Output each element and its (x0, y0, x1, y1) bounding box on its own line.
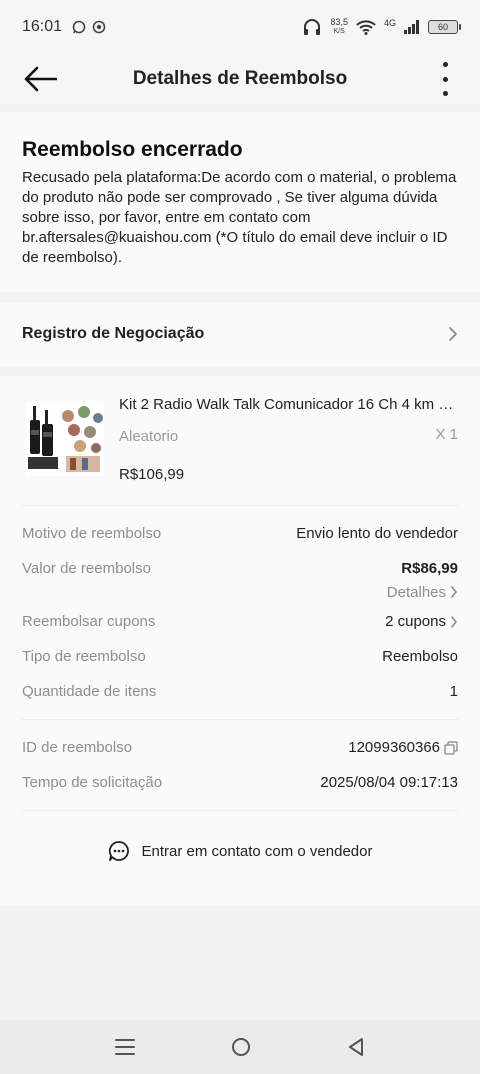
item-quantity-row: Quantidade de itens 1 (22, 674, 458, 709)
net-speed: 83,5 K/S (330, 17, 348, 36)
item-quantity-value: 1 (449, 683, 458, 700)
refund-id-row: ID de reembolso 12099360366 (22, 730, 458, 765)
contact-seller-button[interactable]: Entrar em contato com o vendedor (22, 811, 458, 891)
request-time-value: 2025/08/04 09:17:13 (320, 774, 458, 791)
copy-icon[interactable] (444, 740, 458, 755)
refund-amount-value: R$86,99 (401, 560, 458, 577)
signal-icon (404, 20, 419, 34)
chevron-right-icon (451, 615, 457, 628)
product-price: R$106,99 (119, 466, 185, 483)
refund-reason-label: Motivo de reembolso (22, 525, 162, 542)
refund-type-row: Tipo de reembolso Reembolso (22, 639, 458, 674)
refund-type-label: Tipo de reembolso (22, 648, 146, 665)
refund-meta-group: ID de reembolso 12099360366 Tempo de sol… (22, 720, 458, 811)
refund-id-value: 12099360366 (348, 739, 440, 756)
refund-type-value: Reembolso (382, 648, 458, 665)
refund-reason-row: Motivo de reembolso Envio lento do vende… (22, 516, 458, 551)
nav-back-icon[interactable] (347, 1037, 365, 1057)
refund-info-group: Motivo de reembolso Envio lento do vende… (22, 506, 458, 720)
status-right: 83,5 K/S 4G 60 (302, 17, 461, 36)
more-options-button[interactable] (440, 62, 450, 96)
details-link-label: Detalhes (386, 583, 446, 601)
product-image (26, 402, 104, 476)
status-bar: 16:01 83,5 K/S 4G 60 (0, 0, 480, 54)
contact-seller-label: Entrar em contato com o vendedor (141, 842, 373, 860)
refund-status-card: Reembolso encerrado Recusado pela plataf… (0, 112, 480, 292)
refund-coupons-label: Reembolsar cupons (22, 613, 156, 630)
product-name: Kit 2 Radio Walk Talk Comunicador 16 Ch … (119, 396, 459, 413)
negotiation-record-label: Registro de Negociação (22, 325, 205, 342)
chevron-right-icon (451, 586, 457, 598)
product-variant: Aleatorio (119, 428, 179, 445)
negotiation-record-row[interactable]: Registro de Negociação (0, 302, 480, 366)
refund-coupons-row[interactable]: Reembolsar cupons 2 cupons (22, 604, 458, 639)
product-quantity: X 1 (435, 426, 458, 443)
request-time-row: Tempo de solicitação 2025/08/04 09:17:13 (22, 765, 458, 800)
request-time-label: Tempo de solicitação (22, 774, 163, 791)
chat-bubble-icon (108, 841, 129, 861)
status-time: 16:01 (22, 18, 63, 35)
arrow-left-icon (24, 66, 57, 92)
back-button[interactable] (20, 63, 60, 95)
network-type: 4G (383, 18, 396, 28)
home-icon[interactable] (231, 1037, 251, 1057)
refund-id-label: ID de reembolso (22, 739, 133, 756)
item-quantity-label: Quantidade de itens (22, 683, 157, 700)
product-item[interactable]: Kit 2 Radio Walk Talk Comunicador 16 Ch … (22, 376, 459, 506)
header: Detalhes de Reembolso (0, 54, 480, 104)
location-icon (92, 20, 106, 34)
refund-coupons-value: 2 cupons (385, 613, 446, 630)
refund-amount-label: Valor de reembolso (22, 560, 151, 577)
battery-icon: 60 (428, 20, 461, 34)
system-nav-bar (0, 1020, 480, 1074)
notification-icons (72, 20, 106, 34)
menu-icon[interactable] (115, 1038, 135, 1056)
refund-status-description: Recusado pela plataforma:De acordo com o… (22, 169, 457, 266)
wifi-icon (356, 20, 376, 35)
headphones-icon (304, 19, 321, 35)
whatsapp-icon (72, 20, 86, 34)
refund-detail-card: Kit 2 Radio Walk Talk Comunicador 16 Ch … (0, 376, 480, 906)
refund-status-title: Reembolso encerrado (22, 138, 243, 161)
more-vertical-icon (442, 62, 448, 67)
refund-amount-details-link[interactable]: Detalhes (22, 580, 458, 604)
refund-reason-value: Envio lento do vendedor (296, 525, 458, 542)
page-title: Detalhes de Reembolso (132, 68, 348, 89)
chevron-right-icon (449, 327, 457, 341)
